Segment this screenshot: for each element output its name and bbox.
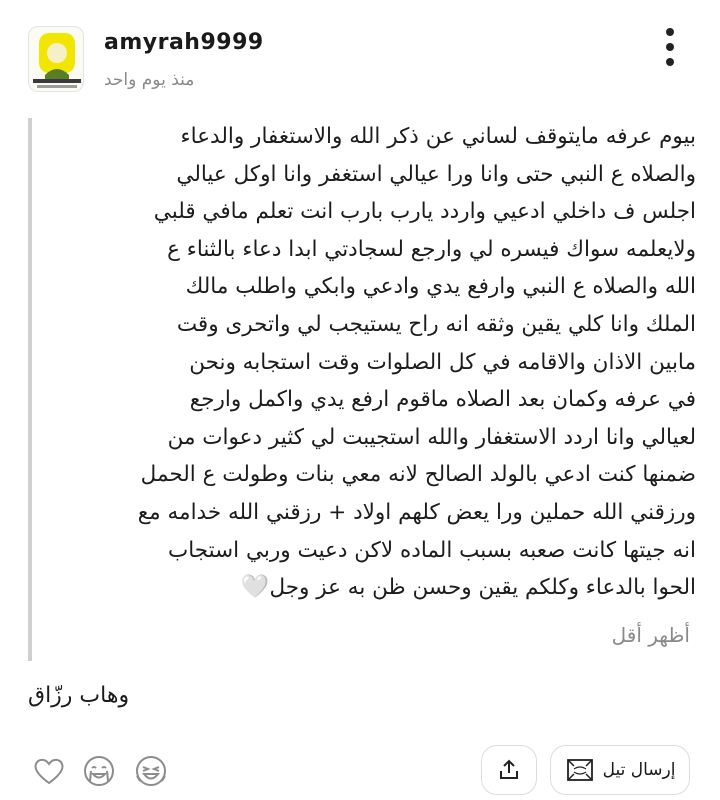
post-line-last: الحوا بالدعاء وكلكم يقين وحسن ظن به عز و… [46,569,696,607]
post-line: والصلاه ع النبي حتى وانا ورا عيالي استغف… [176,161,696,187]
tile-icon [566,759,593,781]
share-icon [500,759,518,779]
timestamp: منذ يوم واحد [104,70,195,90]
post-line: الملك وانا كلي يقين وثقه انه راح يستيجب … [176,311,696,337]
username[interactable]: amyrah9999 [104,30,264,55]
post-line: لعيالي وانا اردد الاستغفار والله استجيبت… [167,424,696,450]
white-heart-emoji: 🤍 [240,574,270,601]
post-line: الله والصلاه ع النبي وارفع يدي وادعي واب… [185,274,696,300]
avatar[interactable] [28,26,84,92]
heart-icon[interactable] [32,754,66,788]
post-line: في عرفه وكمان بعد الصلاه ماقوم ارفع يدي … [189,387,696,413]
post-line: ولايعلمه سواك فيسره لي وارجع لسجادتي ابد… [167,236,696,262]
post-line: مابين الاذان والاقامه في كل الصلوات وقت … [189,349,696,375]
action-bar: إرسال تيل [0,740,720,800]
post-line: ورزقني الله حملين ورا يعض كلهم اولاد + ر… [137,499,696,525]
send-tile-button[interactable]: إرسال تيل [550,745,690,795]
post-body: بيوم عرفه مايتوقف لساني عن ذكر الله والا… [46,118,696,607]
post-line: الحوا بالدعاء وكلكم يقين وحسن ظن به عز و… [269,575,696,601]
comment-text: وهاب رزّاق [28,683,130,708]
crying-face-icon[interactable] [82,754,116,788]
post-line: انه جيتها كانت صعبه بسبب الماده لاكن دعي… [167,537,696,563]
show-less-link[interactable]: أظهر أقل [612,623,690,647]
post-line: ضمنها كنت ادعي بالولد الصالح لانه معي بن… [140,462,696,488]
more-vertical-icon[interactable] [650,24,690,70]
post-quote-block: بيوم عرفه مايتوقف لساني عن ذكر الله والا… [28,118,696,661]
post-line: بيوم عرفه مايتوقف لساني عن ذكر الله والا… [180,124,696,149]
laughing-face-icon[interactable] [134,754,168,788]
share-button[interactable] [481,745,537,795]
send-tile-label: إرسال تيل [602,760,676,780]
post-line: اجلس ف داخلي ادعيي واردد يارب بارب انت ت… [153,199,696,225]
post-header: amyrah9999 منذ يوم واحد [0,0,720,110]
